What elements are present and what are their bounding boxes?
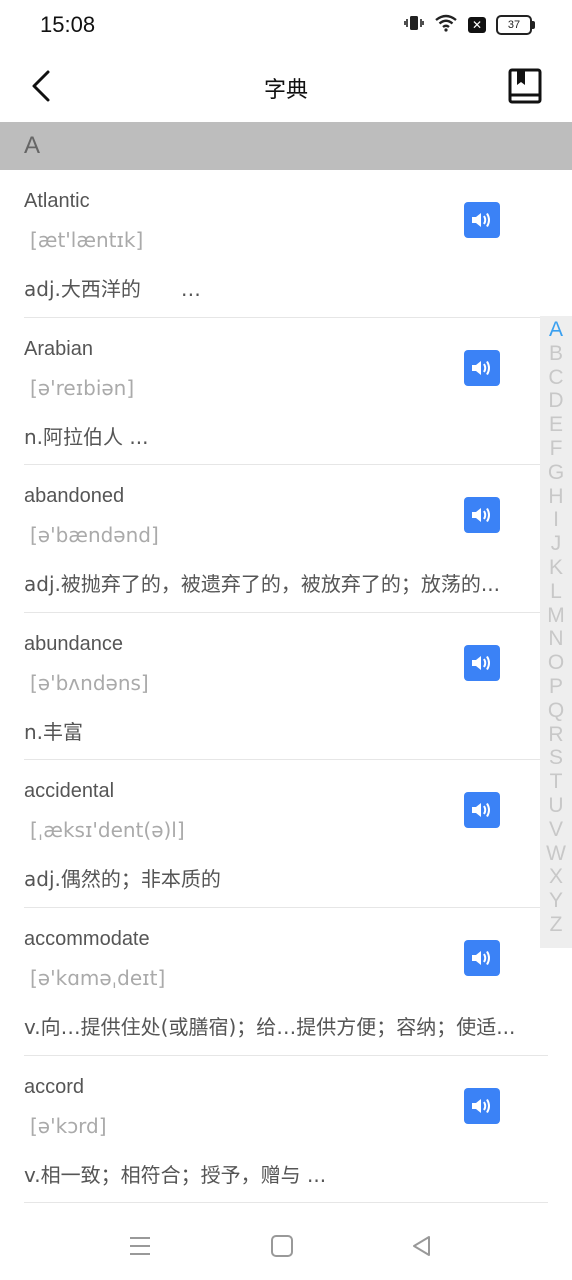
back-nav-button[interactable] (408, 1232, 436, 1260)
speaker-icon (472, 950, 490, 965)
phonetic-text: [ə'bændənd] (30, 523, 159, 548)
index-letter-w[interactable]: W (546, 842, 566, 866)
wifi-icon (434, 14, 458, 36)
index-letter-b[interactable]: B (549, 342, 563, 366)
word-list-item[interactable]: abundance [ə'bʌndəns] n.丰富 (24, 613, 548, 761)
word-list-item[interactable]: Atlantic [æt'læntɪk] adj.大西洋的 … (24, 170, 548, 318)
index-letter-n[interactable]: N (548, 627, 563, 651)
speaker-icon (472, 1098, 490, 1113)
index-letter-f[interactable]: F (550, 437, 563, 461)
system-nav-bar (0, 1210, 572, 1280)
meaning-text: n.阿拉伯人 ... (24, 424, 149, 449)
speaker-icon (472, 360, 490, 375)
phonetic-text: [ə'kɑməˌdeɪt] (30, 965, 166, 990)
phonetic-text: [ˌæksɪ'dent(ə)l] (30, 818, 185, 843)
index-letter-o[interactable]: O (548, 651, 564, 675)
index-letter-q[interactable]: Q (548, 699, 564, 723)
app-header: 字典 (0, 52, 572, 122)
index-letter-y[interactable]: Y (549, 889, 563, 913)
home-nav-button[interactable] (268, 1232, 296, 1260)
pronounce-button[interactable] (464, 497, 500, 534)
speaker-icon (472, 212, 490, 228)
index-letter-i[interactable]: I (553, 508, 559, 532)
meaning-text: n.丰富 (24, 719, 84, 744)
index-letter-c[interactable]: C (548, 366, 563, 390)
speaker-icon (472, 508, 490, 523)
word-list-item[interactable]: Arabian [ə'reɪbiən] n.阿拉伯人 ... (24, 318, 548, 466)
no-sim-icon: ✕ (468, 17, 486, 33)
index-letter-s[interactable]: S (549, 746, 563, 770)
index-letter-l[interactable]: L (550, 580, 562, 604)
pronounce-button[interactable] (464, 1087, 500, 1124)
meaning-text: v.相一致；相符合；授予，赠与 ... (24, 1162, 327, 1187)
index-letter-u[interactable]: U (548, 794, 563, 818)
wordbook-button[interactable] (508, 68, 542, 104)
index-letter-x[interactable]: X (549, 865, 563, 889)
index-letter-a[interactable]: A (549, 318, 563, 342)
alphabet-index-bar[interactable]: ABCDEFGHIJKLMNOPQRSTUVWXYZ (540, 316, 572, 948)
triangle-back-icon (413, 1236, 430, 1256)
meaning-text: adj.大西洋的 … (24, 277, 201, 301)
index-letter-p[interactable]: P (549, 675, 563, 699)
word-text: accidental (24, 780, 115, 803)
word-text: Atlantic (24, 190, 90, 212)
speaker-icon (472, 803, 490, 818)
status-time: 15:08 (40, 12, 96, 37)
word-list-item[interactable]: accidental [ˌæksɪ'dent(ə)l] adj.偶然的；非本质的 (24, 760, 548, 908)
section-header-letter: A (0, 122, 572, 170)
word-list-item[interactable]: abandoned [ə'bændənd] adj.被抛弃了的，被遗弃了的，被放弃了… (24, 465, 548, 613)
pronounce-button[interactable] (464, 792, 500, 829)
pronounce-button[interactable] (464, 349, 500, 386)
battery-icon: 37 (496, 15, 535, 35)
word-list-item[interactable]: accord [ə'kɔrd] v.相一致；相符合；授予，赠与 ... (24, 1056, 548, 1204)
book-icon (508, 68, 542, 104)
status-bar: 15:08 ✕ 37 (0, 0, 572, 52)
index-letter-h[interactable]: H (548, 485, 563, 509)
index-letter-v[interactable]: V (549, 818, 563, 842)
pronounce-button[interactable] (464, 939, 500, 976)
phonetic-text: [ə'bʌndəns] (30, 670, 149, 695)
index-letter-j[interactable]: J (551, 532, 562, 556)
word-list-item[interactable]: accommodate [ə'kɑməˌdeɪt] v.向…提供住处(或膳宿)；给…… (24, 908, 548, 1056)
word-text: abandoned (24, 485, 125, 508)
menu-nav-button[interactable] (126, 1232, 154, 1260)
phonetic-text: [æt'læntɪk] (30, 228, 144, 252)
meaning-text: v.向…提供住处(或膳宿)；给…提供方便；容纳；使适... (24, 1014, 516, 1039)
home-square-icon (271, 1235, 293, 1257)
word-list: Atlantic [æt'læntɪk] adj.大西洋的 … Arabian [ə'r… (0, 170, 572, 1204)
index-letter-z[interactable]: Z (550, 913, 563, 937)
meaning-text: adj.偶然的；非本质的 (24, 867, 221, 892)
index-letter-r[interactable]: R (548, 723, 563, 747)
index-letter-g[interactable]: G (548, 461, 564, 485)
index-letter-t[interactable]: T (550, 770, 563, 794)
word-text: Arabian (24, 337, 93, 360)
phonetic-text: [ə'kɔrd] (30, 1113, 107, 1138)
word-text: accord (24, 1075, 85, 1098)
index-letter-e[interactable]: E (549, 413, 563, 437)
menu-icon (130, 1237, 150, 1255)
vibrate-icon (404, 14, 424, 36)
pronounce-button[interactable] (464, 644, 500, 681)
index-letter-d[interactable]: D (548, 389, 563, 413)
pronounce-button[interactable] (464, 202, 500, 238)
word-text: accommodate (24, 927, 150, 950)
speaker-icon (472, 655, 490, 670)
word-text: abundance (24, 632, 123, 655)
index-letter-k[interactable]: K (549, 556, 563, 580)
page-title: 字典 (263, 78, 308, 103)
status-icons: ✕ 37 (404, 14, 535, 36)
phonetic-text: [ə'reɪbiən] (30, 375, 135, 400)
index-letter-m[interactable]: M (547, 604, 565, 628)
meaning-text: adj.被抛弃了的，被遗弃了的，被放弃了的；放荡的... (24, 572, 500, 597)
